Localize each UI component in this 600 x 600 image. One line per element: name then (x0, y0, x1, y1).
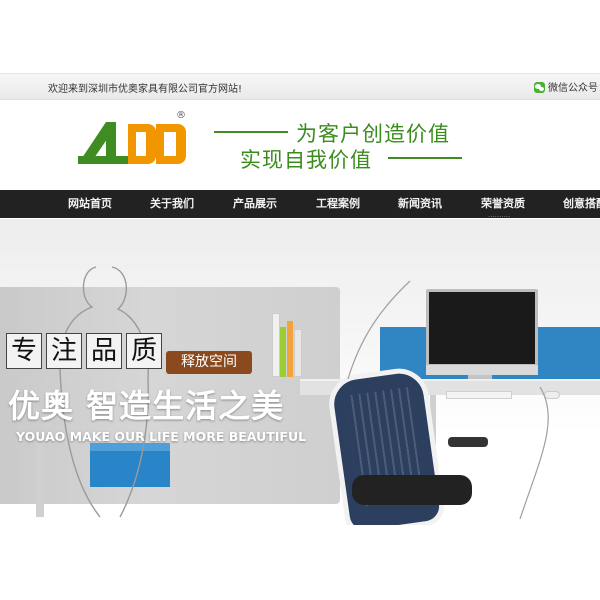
slogan-divider-right (388, 157, 462, 159)
tag-char-box: 质 (126, 333, 162, 369)
company-logo[interactable]: ® (76, 110, 191, 168)
figure-outline-sketch (59, 266, 549, 520)
banner-subline: YOUAO MAKE OUR LIFE MORE BEAUTIFUL (16, 429, 307, 444)
tag-char-box: 品 (86, 333, 122, 369)
welcome-text: 欢迎来到深圳市优奥家具有限公司官方网站! (48, 84, 243, 95)
slogan-line-2: 实现自我价值 (240, 148, 372, 172)
tag-char-box: 注 (46, 333, 82, 369)
nav-item-about[interactable]: 关于我们 (150, 190, 194, 218)
hero-banner[interactable]: 专 注 品 质 释放空间 优奥 智造生活之美 YOUAO MAKE OUR LI… (0, 219, 600, 525)
wechat-icon (534, 82, 545, 93)
logo-mark (78, 122, 186, 164)
wechat-label: 微信公众号： (548, 83, 600, 94)
wechat-link[interactable]: 微信公众号： (534, 79, 600, 94)
slogan-divider-left (214, 131, 288, 133)
top-welcome-bar: 欢迎来到深圳市优奥家具有限公司官方网站! 微信公众号： (0, 73, 600, 100)
nav-item-creative[interactable]: 创意搭配 (563, 190, 600, 218)
nav-item-news[interactable]: 新闻资讯 (398, 190, 442, 218)
nav-tail-fragment: .......... (488, 211, 511, 219)
banner-headline: 优奥 智造生活之美 (8, 387, 285, 425)
logo-registered-mark: ® (176, 110, 186, 121)
nav-item-products[interactable]: 产品展示 (233, 190, 277, 218)
nav-item-cases[interactable]: 工程案例 (316, 190, 360, 218)
nav-item-home[interactable]: 网站首页 (68, 190, 112, 218)
release-space-badge: 释放空间 (166, 351, 252, 374)
tag-char-box: 专 (6, 333, 42, 369)
